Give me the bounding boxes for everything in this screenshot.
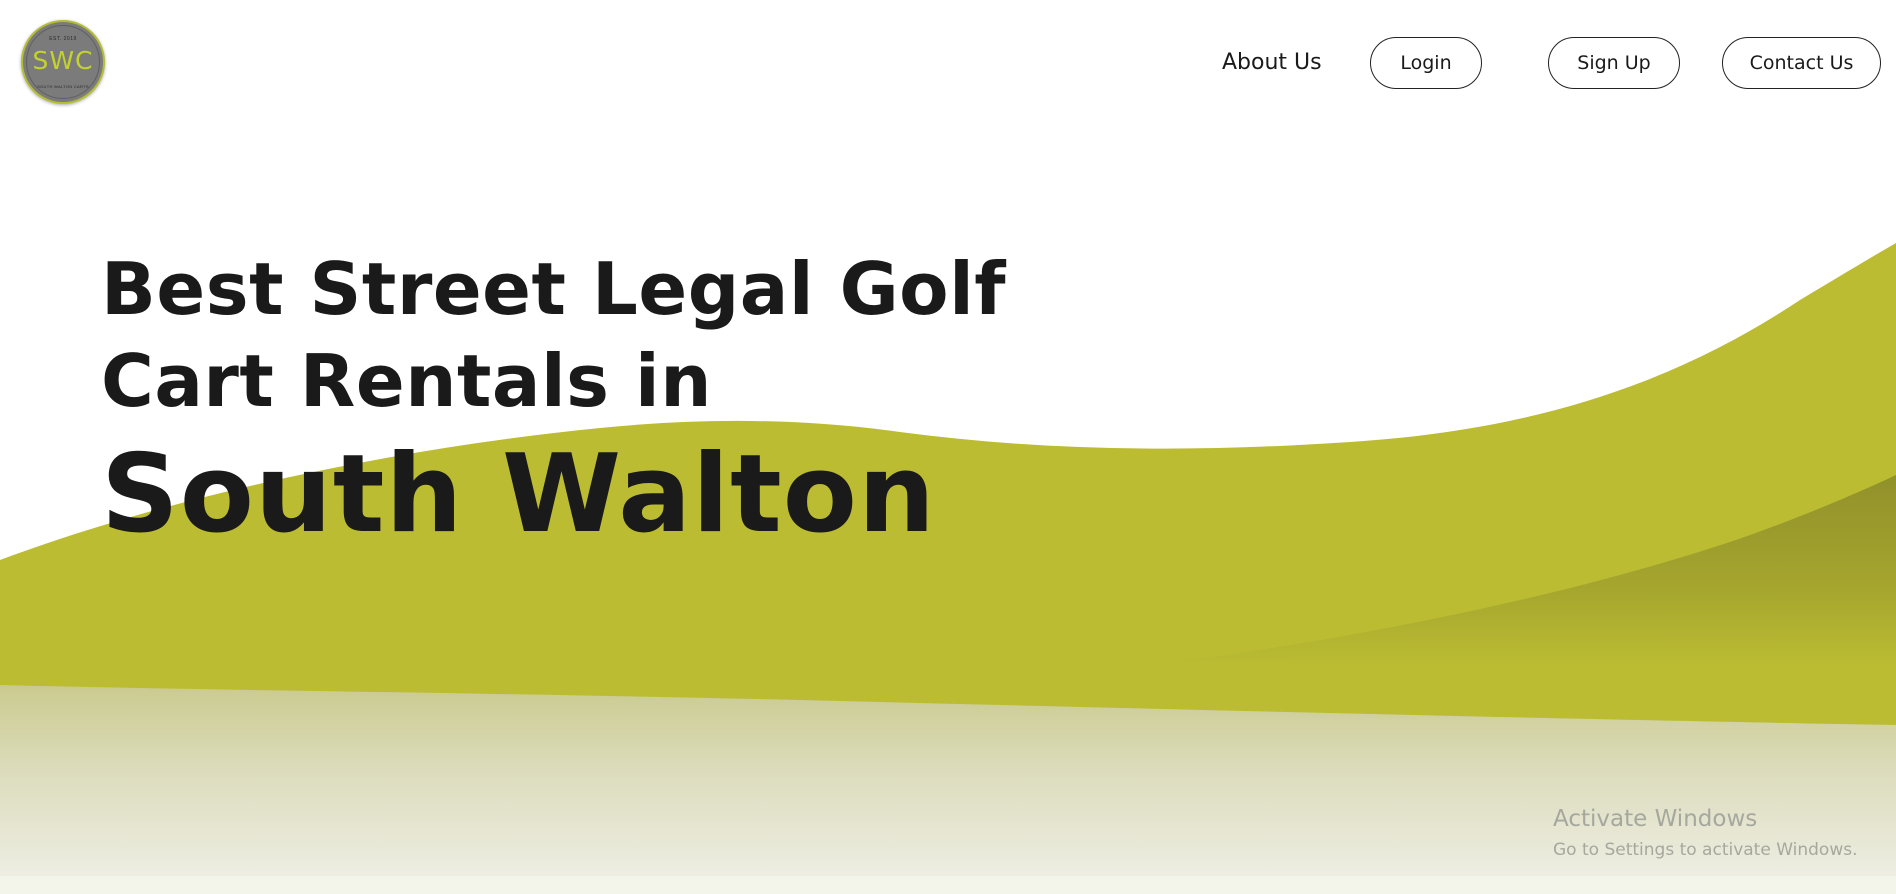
activate-windows-title: Activate Windows — [1553, 806, 1758, 832]
logo-sub-text: SOUTH WALTON CARTS — [37, 84, 89, 89]
bottom-strip — [0, 876, 1896, 894]
logo-text: SWC — [32, 46, 94, 75]
activate-windows-subtitle: Go to Settings to activate Windows. — [1553, 840, 1858, 860]
hero-heading-line-2: Cart Rentals in — [101, 339, 712, 423]
contact-us-button[interactable]: Contact Us — [1722, 37, 1881, 89]
nav-about-us[interactable]: About Us — [1222, 50, 1322, 75]
hero-heading-line-1: Best Street Legal Golf — [101, 247, 1007, 331]
hero-heading-location: South Walton — [101, 432, 936, 557]
logo-est-text: EST. 2019 — [49, 36, 77, 42]
page: EST. 2019 SWC SOUTH WALTON CARTS About U… — [0, 0, 1896, 894]
login-button[interactable]: Login — [1370, 37, 1482, 89]
sign-up-button[interactable]: Sign Up — [1548, 37, 1680, 89]
swc-logo[interactable]: EST. 2019 SWC SOUTH WALTON CARTS — [21, 20, 105, 104]
